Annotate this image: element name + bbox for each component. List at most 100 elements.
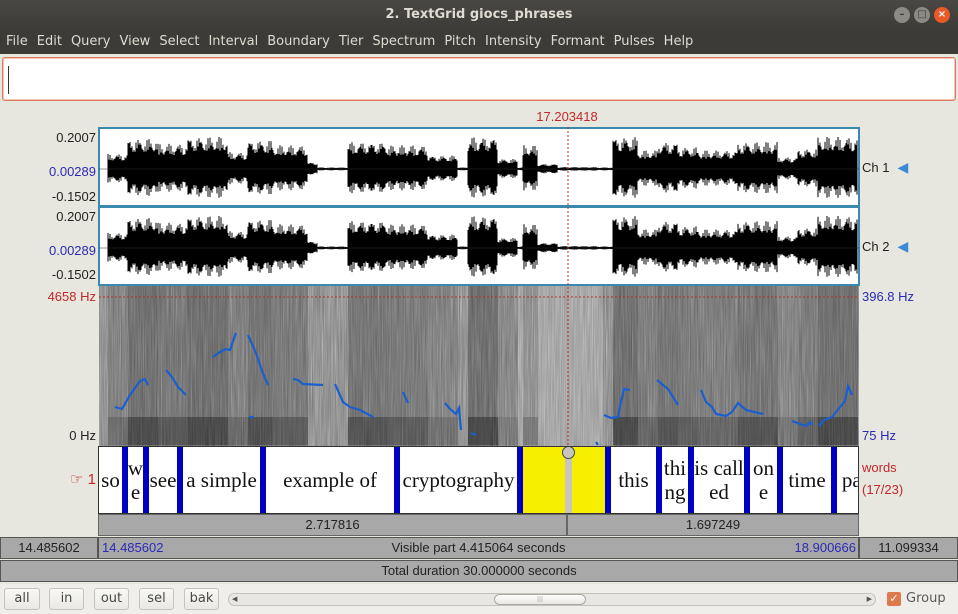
title-bar: 2. TextGrid giocs_phrases – □ × <box>0 0 958 30</box>
speaker-icon[interactable]: ◀ <box>897 159 908 176</box>
scroll-right-arrow-icon[interactable]: ▶ <box>867 594 872 605</box>
menu-boundary[interactable]: Boundary <box>267 30 336 54</box>
menu-formant[interactable]: Formant <box>551 30 611 54</box>
zoom-back-button[interactable]: bak <box>184 588 219 610</box>
scroll-left-arrow-icon[interactable]: ◀ <box>232 594 237 605</box>
menu-file[interactable]: File <box>6 30 34 54</box>
tier-interval[interactable]: this <box>611 447 656 513</box>
menu-intensity[interactable]: Intensity <box>485 30 548 54</box>
visible-part-bar[interactable]: 14.485602 Visible part 4.415064 seconds … <box>98 537 859 559</box>
maximize-button[interactable]: □ <box>914 7 930 23</box>
tier-interval[interactable]: a simple <box>183 447 260 513</box>
spectrogram-low-band <box>468 417 498 445</box>
tier-interval-text: example of <box>283 468 377 492</box>
duration-right[interactable]: 1.697249 <box>567 514 859 536</box>
spectrogram-low-band <box>388 417 428 445</box>
signal-view[interactable] <box>98 127 860 447</box>
spectrogram-low-band <box>273 417 308 445</box>
spectrogram-low-band <box>498 417 518 445</box>
menu-query[interactable]: Query <box>71 30 117 54</box>
pointing-hand-icon: ☞ <box>70 471 84 488</box>
tier-interval-text: thing <box>663 456 687 504</box>
ch2-zero-label: 0.00289 <box>49 243 96 258</box>
ch1-label: Ch 1 ◀ <box>862 159 908 176</box>
tier-interval[interactable]: time <box>783 447 831 513</box>
spectrogram-low-band <box>248 417 273 445</box>
tier-interval[interactable]: pad <box>837 447 858 513</box>
zoom-in-button[interactable]: in <box>49 588 84 610</box>
tier-interval-text: we <box>128 456 143 504</box>
menu-tier[interactable]: Tier <box>339 30 370 54</box>
spectrogram-low-band <box>638 417 658 445</box>
tier-interval[interactable]: cryptography <box>400 447 517 513</box>
spectrogram-low-band <box>158 417 188 445</box>
spectrogram-low-band <box>348 417 388 445</box>
menu-spectrum[interactable]: Spectrum <box>372 30 441 54</box>
interval-text-field[interactable] <box>2 57 956 101</box>
ch2-min-label: -0.1502 <box>51 267 96 282</box>
tier-interval-text: a simple <box>186 468 257 492</box>
menu-edit[interactable]: Edit <box>37 30 68 54</box>
tier-interval[interactable]: example of <box>266 447 394 513</box>
visible-part-label: Visible part 4.415064 seconds <box>391 540 566 555</box>
tier-interval-text: is called <box>694 456 744 504</box>
scrollbar-thumb[interactable]: ||| <box>494 594 586 605</box>
text-caret <box>8 66 9 94</box>
spectrogram-low-band <box>798 417 818 445</box>
group-checkbox[interactable]: ✓ <box>887 592 901 606</box>
before-visible-part[interactable]: 14.485602 <box>0 537 98 559</box>
menu-select[interactable]: Select <box>159 30 205 54</box>
tier-interval[interactable]: so <box>99 447 122 513</box>
horizontal-scrollbar[interactable]: ◀ ||| ▶ <box>228 593 876 606</box>
ch1-max-label: 0.2007 <box>56 130 96 145</box>
visible-end: 18.900666 <box>794 540 856 555</box>
spectrogram-low-band <box>108 417 128 445</box>
spectrogram-low-band <box>698 417 738 445</box>
tier-interval[interactable]: see <box>149 447 177 513</box>
ch1-name: Ch 1 <box>862 160 890 175</box>
ch2-max-label: 0.2007 <box>56 209 96 224</box>
menu-view[interactable]: View <box>119 30 156 54</box>
spectrogram-low-band <box>128 417 158 445</box>
speaker-icon[interactable]: ◀ <box>897 238 908 255</box>
menu-interval[interactable]: Interval <box>208 30 264 54</box>
tier-interval[interactable]: one <box>750 447 777 513</box>
group-label: Group <box>906 591 946 606</box>
duration-left[interactable]: 2.717816 <box>98 514 567 536</box>
tier-number-label: 1 <box>87 471 96 488</box>
close-button[interactable]: × <box>934 7 950 23</box>
spectrogram-low-band <box>228 417 248 445</box>
pitch-bottom-label: 75 Hz <box>862 428 896 443</box>
zoom-out-button[interactable]: out <box>94 588 129 610</box>
pitch-top-label: 396.8 Hz <box>862 289 915 304</box>
spectrogram-low-band <box>613 417 638 445</box>
spectrogram-low-band <box>658 417 678 445</box>
spectrogram-low-band <box>428 417 458 445</box>
cursor-handle-icon[interactable] <box>562 447 575 459</box>
tier-interval-text: cryptography <box>402 468 515 492</box>
tier-interval[interactable]: is called <box>694 447 744 513</box>
ch2-name: Ch 2 <box>862 239 890 254</box>
menu-bar: File Edit Query View Select Interval Bou… <box>0 30 958 54</box>
zoom-selection-button[interactable]: sel <box>139 588 174 610</box>
cursor-time-label: 17.203418 <box>536 109 598 124</box>
tier-interval[interactable]: thing <box>662 447 688 513</box>
spectrogram[interactable] <box>99 286 859 446</box>
tier-interval[interactable]: we <box>128 447 143 513</box>
tier-number[interactable]: ☞ 1 <box>70 470 96 488</box>
minimize-button[interactable]: – <box>894 7 910 23</box>
total-duration-bar[interactable]: Total duration 30.000000 seconds <box>0 560 958 582</box>
menu-pitch[interactable]: Pitch <box>444 30 482 54</box>
spectrogram-low-band <box>738 417 778 445</box>
textgrid-tier[interactable]: so we see a simple example of cryptography thi… <box>98 446 859 514</box>
spectrogram-top-freq: 4658 Hz <box>47 289 96 304</box>
ch1-min-label: -0.1502 <box>51 189 96 204</box>
menu-help[interactable]: Help <box>664 30 700 54</box>
menu-pulses[interactable]: Pulses <box>614 30 661 54</box>
ch1-zero-label: 0.00289 <box>49 164 96 179</box>
zoom-all-button[interactable]: all <box>4 588 40 610</box>
spectrogram-low-band <box>188 417 228 445</box>
spectrogram-bottom-freq: 0 Hz <box>69 428 96 443</box>
after-visible-part[interactable]: 11.099334 <box>859 537 958 559</box>
tier-interval-text: so <box>101 468 120 492</box>
